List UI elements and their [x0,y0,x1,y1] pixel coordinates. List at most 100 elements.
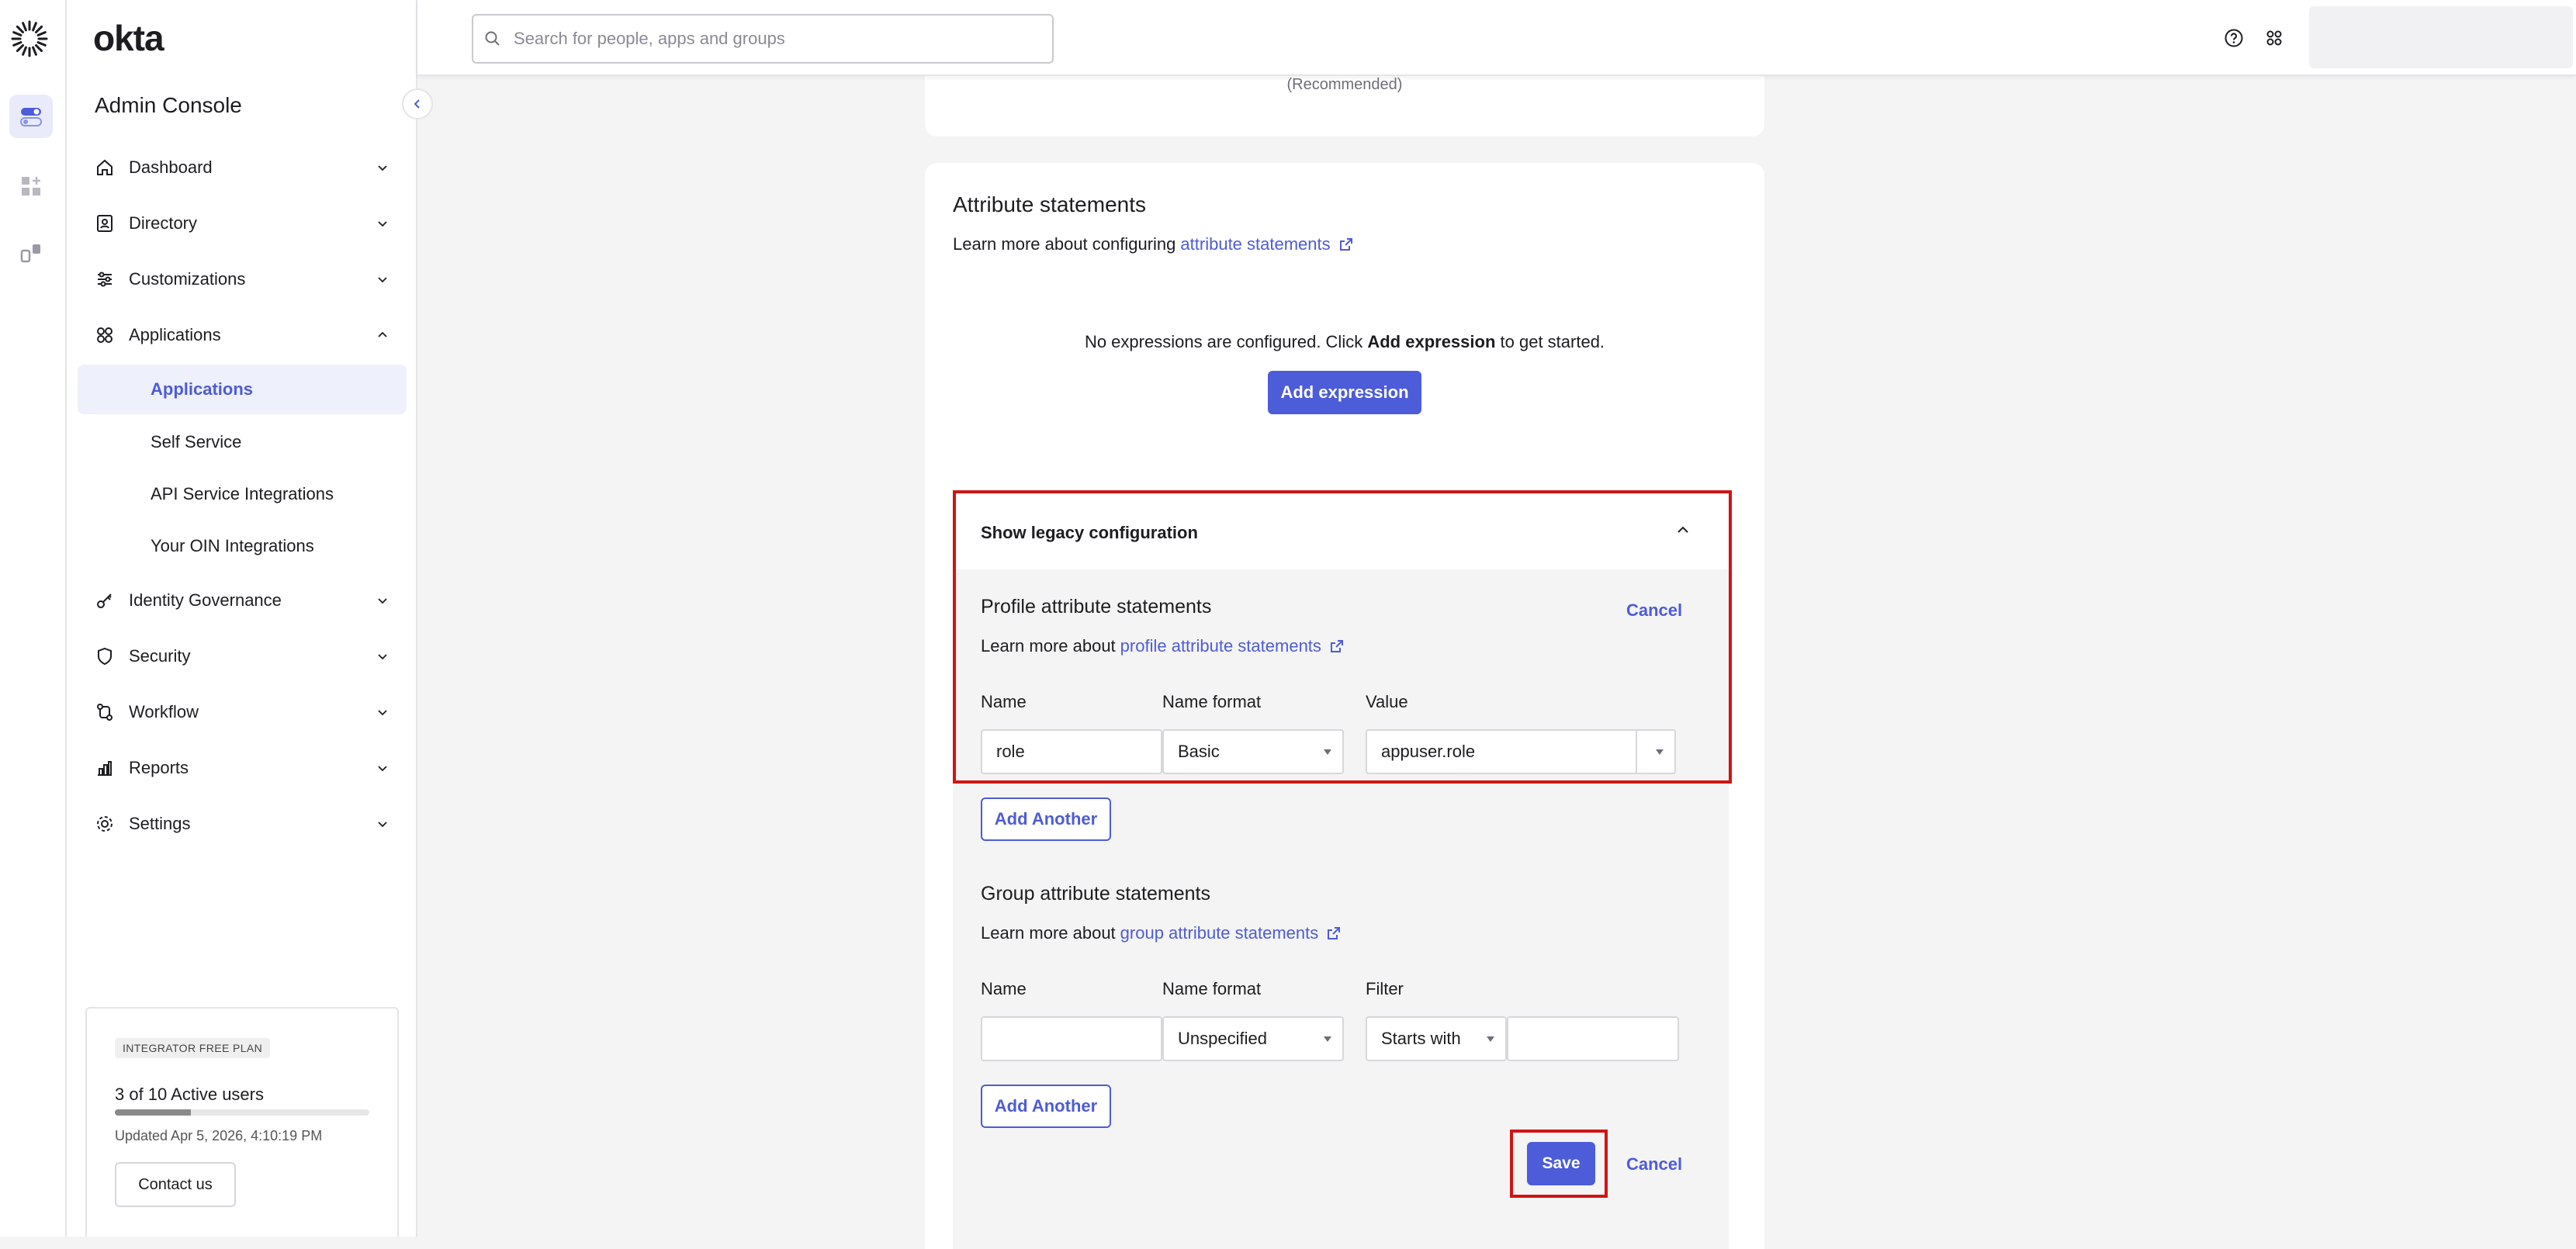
profile-value-field[interactable]: appuser.role [1366,729,1676,774]
group-filter-operator-select[interactable]: Starts with [1366,1016,1507,1061]
chevron-down-icon [378,822,387,828]
key-icon [97,593,112,608]
cancel-link[interactable]: Cancel [1626,1154,1682,1175]
group-name-field[interactable] [981,1016,1162,1061]
sidebar-subitem-your-oin-integrations[interactable]: Your OIN Integrations [78,521,407,571]
rail-integrations-button[interactable] [9,231,53,275]
caret-down-icon [1324,1036,1331,1042]
sidebar-item-customizations[interactable]: Customizations [78,256,408,303]
sidebar-subitem-self-service[interactable]: Self Service [78,417,407,467]
sidebar-item-label: Identity Governance [129,590,282,610]
group-attribute-statements-link[interactable]: group attribute statements [1120,923,1319,943]
group-name-format-select[interactable]: Unspecified [1162,1016,1344,1061]
gear-icon [97,816,113,832]
empty-prefix: No expressions are configured. Click [1084,332,1363,351]
chevron-down-icon [378,277,387,283]
app-rail [0,0,67,1237]
profile-attribute-title: Profile attribute statements [981,596,1212,618]
user-menu[interactable] [2309,6,2573,68]
save-button[interactable]: Save [1527,1142,1595,1185]
attribute-statements-card: Attribute statements Learn more about co… [925,163,1764,1249]
chevron-down-icon [378,766,387,772]
learn-more-text: Learn more about configuring [953,234,1176,254]
attribute-statements-title: Attribute statements [953,192,1147,216]
profile-cancel-link[interactable]: Cancel [1626,600,1682,621]
chevron-down-icon [378,710,387,716]
search-icon [485,31,500,46]
sidebar-item-security[interactable]: Security [78,633,408,680]
external-link-icon [1339,238,1352,251]
learn-more-text: Learn more about [981,636,1116,656]
sidebar-item-applications[interactable]: Applications [78,312,408,358]
empty-bold: Add expression [1367,332,1496,351]
chevron-down-icon [378,221,387,227]
top-bar [417,0,2576,76]
legacy-configuration-toggle[interactable]: Show legacy configuration [953,492,1729,569]
sidebar-item-identity-governance[interactable]: Identity Governance [78,577,408,624]
sidebar-item-workflow[interactable]: Workflow [78,689,408,735]
search-input[interactable] [512,28,1040,50]
chart-icon [98,761,112,776]
sidebar-item-directory[interactable]: Directory [78,200,408,247]
sidebar-item-label: Security [129,646,191,666]
profile-name-field[interactable]: role [981,729,1162,774]
caret-down-icon [1324,749,1331,755]
integrations-icon [20,244,40,263]
plan-card: INTEGRATOR FREE PLAN 3 of 10 Active user… [85,1007,399,1237]
caret-down-icon [1487,1036,1494,1042]
group-filter-column-label: Filter [1366,979,1404,998]
caret-down-icon[interactable] [1656,749,1664,755]
legacy-configuration-panel: Show legacy configuration Profile attrib… [953,492,1729,1249]
profile-name-format-select[interactable]: Basic [1162,729,1344,774]
help-icon [2225,29,2243,47]
group-attribute-title: Group attribute statements [981,883,1210,905]
app-switcher-button[interactable] [2263,26,2286,50]
global-search[interactable] [472,14,1054,64]
group-add-another-button[interactable]: Add Another [981,1085,1111,1128]
plan-badge: INTEGRATOR FREE PLAN [115,1038,271,1058]
group-name-column-label: Name [981,979,1027,998]
sidebar-item-label: Dashboard [129,157,213,177]
active-users-count: 3 of 10 Active users [115,1085,264,1104]
attribute-statements-link[interactable]: attribute statements [1180,234,1330,254]
contact-us-button[interactable]: Contact us [115,1162,236,1207]
sidebar-item-label: Applications [129,325,221,344]
sidebar-item-label: Reports [129,758,189,777]
sliders-icon [98,272,112,287]
legacy-toggle-label: Show legacy configuration [981,523,1198,542]
sidebar-item-dashboard[interactable]: Dashboard [78,144,408,191]
empty-suffix: to get started. [1500,332,1605,351]
active-users-progress-fill [115,1109,192,1116]
help-button[interactable] [2222,26,2245,50]
profile-value-text: appuser.role [1381,742,1476,761]
okta-logo-icon[interactable] [9,19,50,59]
chevron-down-icon [378,654,387,660]
sidebar-item-reports[interactable]: Reports [78,745,408,791]
attribute-learn-more: Learn more about configuring attribute s… [953,234,1354,254]
previous-section-card: (Recommended) [925,70,1764,137]
rail-apps-button[interactable] [9,164,53,208]
add-expression-button[interactable]: Add expression [1268,371,1421,414]
external-link-icon [1330,640,1343,652]
profile-learn-more: Learn more about profile attribute state… [981,636,1345,656]
learn-more-text: Learn more about [981,923,1116,943]
collapse-sidebar-button[interactable] [402,88,433,119]
profile-format-column-label: Name format [1162,692,1262,711]
rail-admin-button[interactable] [9,95,53,138]
chevron-down-icon [378,598,387,604]
group-format-column-label: Name format [1162,979,1262,998]
group-filter-value-field[interactable] [1507,1016,1679,1061]
sidebar-subitem-api-service-integrations[interactable]: API Service Integrations [78,469,407,519]
sidebar-item-settings[interactable]: Settings [78,801,408,847]
grid-icon [97,327,113,343]
sidebar-item-label: Settings [129,814,191,833]
sidebar-subitem-applications[interactable]: Applications [78,365,407,414]
toggle-icon [20,108,42,126]
profile-attribute-statements-link[interactable]: profile attribute statements [1120,636,1321,656]
apps-grid-icon [2266,30,2282,46]
okta-wordmark[interactable]: okta [93,17,164,59]
chevron-left-icon [414,99,420,109]
profile-add-another-button[interactable]: Add Another [981,797,1111,841]
sidebar-item-label: Directory [129,213,198,233]
plan-updated-timestamp: Updated Apr 5, 2026, 4:10:19 PM [115,1128,323,1143]
